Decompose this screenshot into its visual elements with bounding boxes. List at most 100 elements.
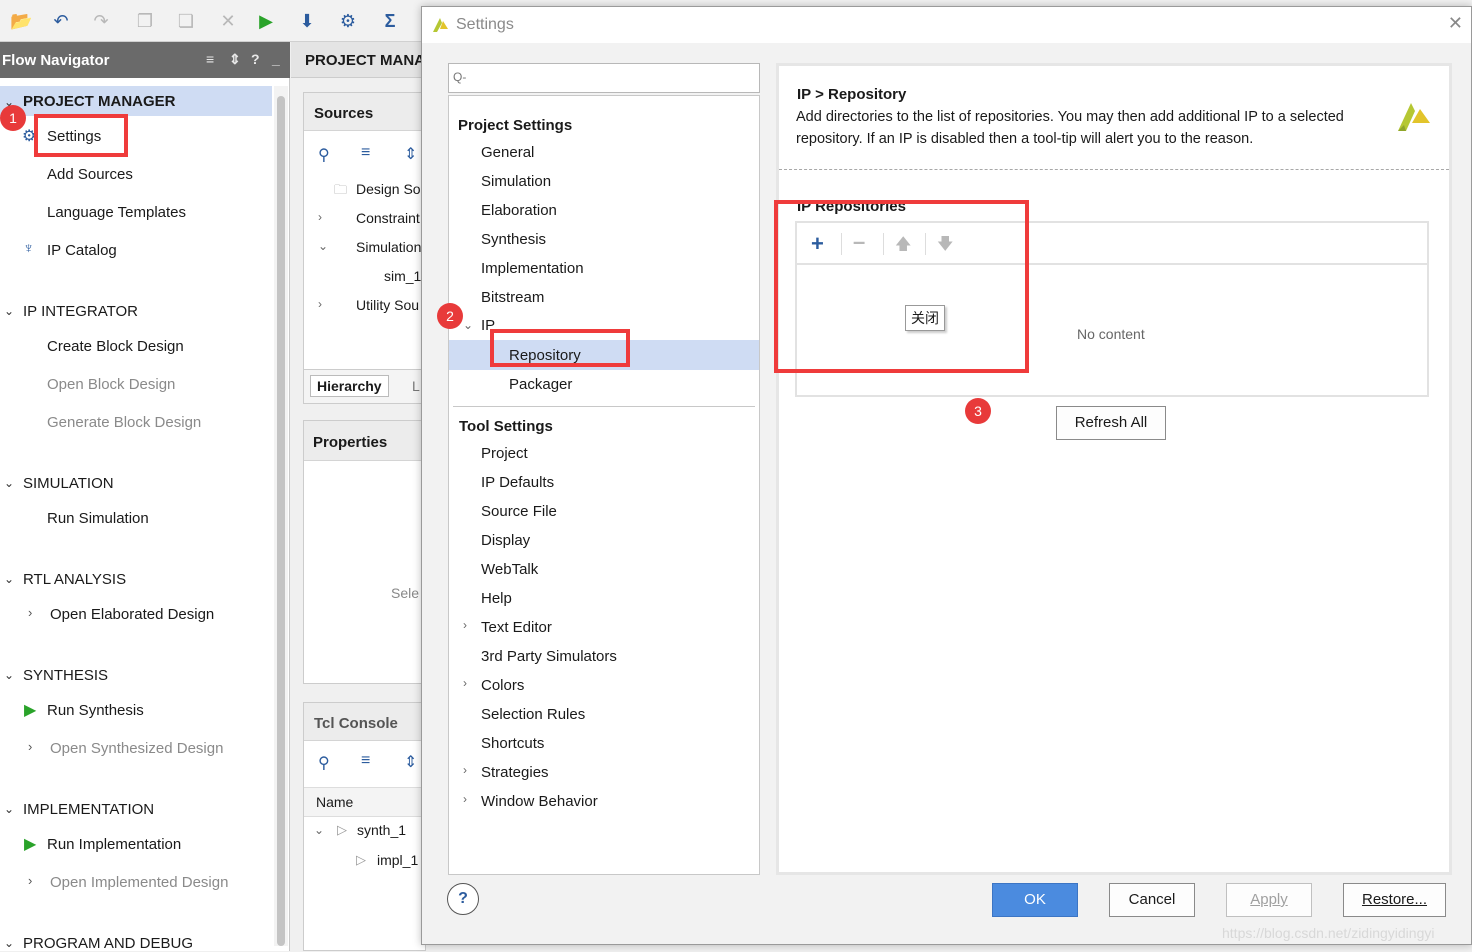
help-icon[interactable]: ?	[251, 51, 260, 67]
chevron-right-icon[interactable]: ›	[463, 618, 467, 632]
section-simulation[interactable]: SIMULATION	[23, 475, 114, 492]
chevron-down-icon[interactable]: ⌄	[4, 668, 14, 682]
ok-button[interactable]: OK	[992, 883, 1078, 917]
tree-item[interactable]: Constraint	[356, 210, 420, 226]
nav-generate-block-design[interactable]: Generate Block Design	[47, 414, 201, 431]
nav-run-implementation[interactable]: Run Implementation	[47, 836, 181, 853]
chevron-right-icon[interactable]: ›	[463, 676, 467, 690]
tree-simulation[interactable]: Simulation	[481, 173, 551, 190]
chevron-down-icon[interactable]: ⌄	[318, 239, 328, 253]
run-row[interactable]: synth_1	[357, 822, 406, 838]
nav-create-block-design[interactable]: Create Block Design	[47, 338, 184, 355]
collapse-all-icon[interactable]: ≡	[361, 144, 370, 162]
refresh-all-button[interactable]: Refresh All	[1056, 406, 1166, 440]
chevron-down-icon[interactable]: ⌄	[463, 318, 473, 332]
tree-packager[interactable]: Packager	[509, 376, 572, 393]
chevron-down-icon[interactable]: ⌄	[4, 936, 14, 950]
cancel-button[interactable]: Cancel	[1109, 883, 1195, 917]
redo-icon[interactable]: ↷	[90, 10, 112, 32]
tree-elaboration[interactable]: Elaboration	[481, 202, 557, 219]
chevron-down-icon[interactable]: ⌄	[4, 802, 14, 816]
tree-selection-rules[interactable]: Selection Rules	[481, 706, 585, 723]
nav-run-synthesis[interactable]: Run Synthesis	[47, 702, 144, 719]
collapse-all-icon[interactable]: ≡	[206, 51, 214, 67]
settings-icon[interactable]: ⚙	[337, 10, 359, 32]
chevron-right-icon[interactable]: ›	[28, 605, 32, 620]
chevron-right-icon[interactable]: ›	[318, 210, 322, 224]
search-icon[interactable]: ⚲	[318, 753, 330, 773]
tree-text-editor[interactable]: Text Editor	[481, 619, 552, 636]
chevron-down-icon[interactable]: ⌄	[314, 823, 324, 837]
tree-help[interactable]: Help	[481, 590, 512, 607]
expand-all-icon[interactable]: ⇕	[404, 752, 417, 772]
annotation-box-add	[774, 200, 1029, 373]
search-icon[interactable]: ⚲	[318, 145, 330, 165]
tree-shortcuts[interactable]: Shortcuts	[481, 735, 544, 752]
expand-all-icon[interactable]: ⇕	[404, 144, 417, 164]
tab-libraries[interactable]: L	[412, 378, 420, 394]
copy-icon[interactable]: ❐	[134, 10, 156, 32]
tree-ip-defaults[interactable]: IP Defaults	[481, 474, 554, 491]
nav-open-synthesized-design[interactable]: Open Synthesized Design	[50, 740, 223, 757]
chevron-down-icon[interactable]: ⌄	[4, 572, 14, 586]
section-program-debug[interactable]: PROGRAM AND DEBUG	[23, 935, 193, 952]
tree-item[interactable]: Utility Sou	[356, 297, 419, 313]
section-project-manager[interactable]: PROJECT MANAGER	[23, 93, 176, 110]
tree-general[interactable]: General	[481, 144, 534, 161]
paste-icon[interactable]: ❏	[175, 10, 197, 32]
minimize-icon[interactable]: _	[272, 51, 280, 67]
help-button[interactable]: ?	[447, 883, 479, 915]
tree-source-file[interactable]: Source File	[481, 503, 557, 520]
chevron-right-icon[interactable]: ›	[28, 739, 32, 754]
open-icon[interactable]: 📂	[10, 10, 32, 32]
tree-synthesis[interactable]: Synthesis	[481, 231, 546, 248]
run-icon[interactable]: ▶	[255, 10, 277, 32]
column-name[interactable]: Name	[316, 794, 353, 810]
annotation-box-settings	[34, 114, 128, 157]
tree-3rd-party-simulators[interactable]: 3rd Party Simulators	[481, 648, 617, 665]
expand-all-icon[interactable]: ⇕	[229, 51, 241, 68]
chevron-down-icon[interactable]: ⌄	[4, 304, 14, 318]
nav-ip-catalog[interactable]: IP Catalog	[47, 242, 117, 259]
nav-open-elaborated-design[interactable]: Open Elaborated Design	[50, 606, 214, 623]
chevron-right-icon[interactable]: ›	[318, 297, 322, 311]
section-synthesis[interactable]: SYNTHESIS	[23, 667, 108, 684]
tcl-console-title[interactable]: Tcl Console	[314, 715, 398, 732]
content-breadcrumb: IP > Repository	[797, 86, 907, 103]
tree-display[interactable]: Display	[481, 532, 530, 549]
tree-strategies[interactable]: Strategies	[481, 764, 549, 781]
section-rtl-analysis[interactable]: RTL ANALYSIS	[23, 571, 126, 588]
nav-open-block-design[interactable]: Open Block Design	[47, 376, 175, 393]
undo-icon[interactable]: ↶	[50, 10, 72, 32]
chevron-down-icon[interactable]: ⌄	[4, 476, 14, 490]
tree-colors[interactable]: Colors	[481, 677, 524, 694]
chevron-right-icon[interactable]: ›	[463, 792, 467, 806]
delete-icon[interactable]: ✕	[217, 10, 239, 32]
tree-item[interactable]: sim_1	[384, 268, 421, 284]
chevron-right-icon[interactable]: ›	[28, 873, 32, 888]
apply-button[interactable]: Apply	[1226, 883, 1312, 917]
nav-add-sources[interactable]: Add Sources	[47, 166, 133, 183]
restore-button[interactable]: Restore...	[1343, 883, 1446, 917]
tree-implementation[interactable]: Implementation	[481, 260, 584, 277]
program-icon[interactable]: ⬇	[296, 10, 318, 32]
settings-search-input[interactable]: Q-	[448, 63, 760, 93]
tree-item[interactable]: Simulation	[356, 239, 421, 255]
chevron-right-icon[interactable]: ›	[463, 763, 467, 777]
nav-open-implemented-design[interactable]: Open Implemented Design	[50, 874, 228, 891]
tree-project[interactable]: Project	[481, 445, 528, 462]
tab-hierarchy[interactable]: Hierarchy	[310, 375, 389, 397]
section-ip-integrator[interactable]: IP INTEGRATOR	[23, 303, 138, 320]
section-implementation[interactable]: IMPLEMENTATION	[23, 801, 154, 818]
tree-webtalk[interactable]: WebTalk	[481, 561, 538, 578]
run-row[interactable]: impl_1	[377, 852, 418, 868]
flow-navigator-scrollbar[interactable]	[274, 86, 288, 946]
nav-run-simulation[interactable]: Run Simulation	[47, 510, 149, 527]
collapse-all-icon[interactable]: ≡	[361, 752, 370, 770]
sigma-icon[interactable]: Σ	[379, 10, 401, 32]
tree-item[interactable]: Design So	[356, 181, 421, 197]
tree-bitstream[interactable]: Bitstream	[481, 289, 544, 306]
tree-window-behavior[interactable]: Window Behavior	[481, 793, 598, 810]
close-icon[interactable]: ✕	[1448, 13, 1463, 34]
nav-language-templates[interactable]: Language Templates	[47, 204, 186, 221]
